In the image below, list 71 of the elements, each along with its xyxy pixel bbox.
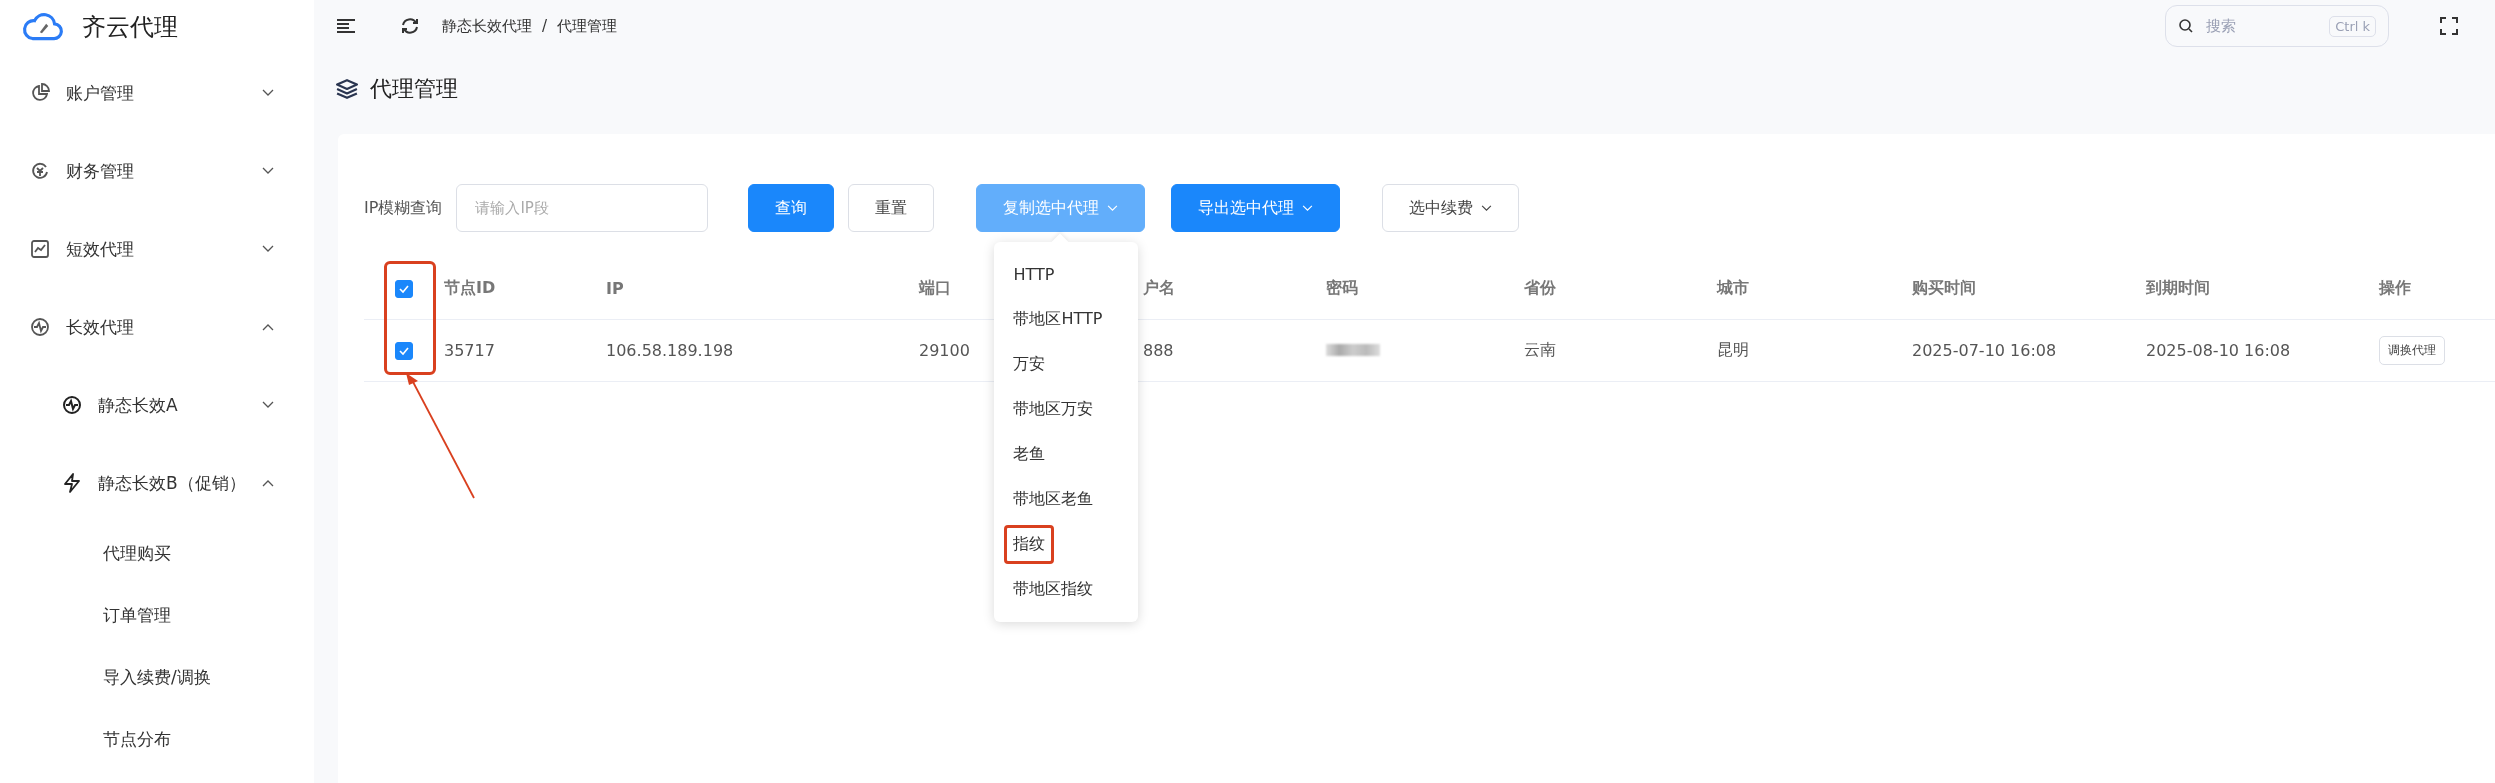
fullscreen-icon[interactable] xyxy=(2439,16,2459,36)
sidebar-item[interactable]: 节点分布 xyxy=(0,708,314,770)
column-header: 到期时间 xyxy=(2146,278,2211,299)
menu-item[interactable]: 带地区老鱼 xyxy=(994,477,1139,522)
table-cell: 云南 xyxy=(1524,340,1556,359)
menu-icon xyxy=(30,317,50,337)
column-header: 城市 xyxy=(1717,278,1750,299)
sidebar-item[interactable]: 订单管理 xyxy=(0,584,314,646)
ip-input-field[interactable]: 请输入IP段 xyxy=(456,184,709,232)
table-cell: 29100 xyxy=(919,341,970,360)
sidebar-item[interactable]: 静态长效A xyxy=(0,366,314,444)
menu-icon xyxy=(62,395,82,415)
menu-icon xyxy=(62,473,82,493)
chevron-icon xyxy=(262,89,274,97)
shortcut-hint: Ctrl k xyxy=(2329,15,2376,37)
chevron-icon xyxy=(262,167,274,175)
sidebar-item[interactable]: 静态长效B（促销） xyxy=(0,444,314,522)
menu-item[interactable]: 老鱼 xyxy=(994,432,1139,477)
table-cell: 35717 xyxy=(444,341,495,360)
menu-item[interactable]: 带地区万安 xyxy=(994,387,1139,432)
column-header: 操作 xyxy=(2379,278,2412,299)
sidebar-item[interactable]: 财务管理 xyxy=(0,132,314,210)
menu-item[interactable]: HTTP xyxy=(994,252,1139,297)
search-icon xyxy=(2178,18,2194,34)
page-title: 代理管理 xyxy=(370,75,458,103)
select-all-checkbox[interactable] xyxy=(395,279,413,298)
column-header: 密码 xyxy=(1326,278,1359,299)
menu-icon xyxy=(30,239,50,259)
column-header: 节点ID xyxy=(444,278,497,299)
sidebar-item[interactable]: 代理购买 xyxy=(0,522,314,584)
row-checkbox[interactable] xyxy=(395,341,413,360)
table-cell: 888 xyxy=(1143,341,1174,360)
brand-name: 齐云代理 xyxy=(82,12,178,43)
layers-icon xyxy=(336,79,358,99)
checkmark-icon xyxy=(398,345,410,356)
menu-icon xyxy=(30,161,50,181)
menu-item[interactable]: 带地区指纹 xyxy=(994,567,1139,612)
column-header: 购买时间 xyxy=(1912,278,1977,299)
menu-item[interactable]: 指纹 xyxy=(994,522,1139,567)
breadcrumb-separator: / xyxy=(542,16,548,36)
filter-label: IP模糊查询 xyxy=(364,197,443,219)
chevron-icon xyxy=(262,323,274,331)
column-header: 端口 xyxy=(919,278,952,299)
breadcrumb-item[interactable]: 静态长效代理 xyxy=(442,16,532,36)
action-button[interactable]: 重置 xyxy=(848,184,935,232)
breadcrumb-item: 代理管理 xyxy=(557,16,618,36)
table-cell: 昆明 xyxy=(1717,340,1749,359)
sidebar-item[interactable]: 长效代理 xyxy=(0,288,314,366)
table-cell: 106.58.189.198 xyxy=(606,341,734,360)
menu-item[interactable]: 带地区HTTP xyxy=(994,297,1139,342)
action-button[interactable]: 查询 xyxy=(748,184,835,232)
search-input[interactable]: 搜索 xyxy=(2204,16,2320,36)
chevron-icon xyxy=(262,245,274,253)
column-header: 省份 xyxy=(1524,278,1557,299)
refresh-icon[interactable] xyxy=(400,16,420,36)
sidebar-item[interactable]: 导入续费/调换 xyxy=(0,646,314,708)
sidebar-item[interactable]: 账户管理 xyxy=(0,54,314,132)
action-button[interactable]: 选中续费 xyxy=(1382,184,1520,232)
menu-item[interactable]: 万安 xyxy=(994,342,1139,387)
action-button[interactable]: 导出选中代理 xyxy=(1171,184,1341,232)
sidebar-item[interactable]: 短效代理 xyxy=(0,210,314,288)
table-cell: 2025-07-10 16:08 xyxy=(1912,341,2057,360)
menu-icon xyxy=(30,83,50,103)
menu-icon[interactable] xyxy=(336,18,356,34)
column-header: IP xyxy=(606,279,625,298)
column-header: 户名 xyxy=(1143,278,1176,299)
chevron-icon xyxy=(262,479,274,487)
swap-proxy-button[interactable]: 调换代理 xyxy=(2379,336,2445,365)
table-cell: 2025-08-10 16:08 xyxy=(2146,341,2291,360)
chevron-icon xyxy=(262,401,274,409)
checkmark-icon xyxy=(398,283,410,294)
